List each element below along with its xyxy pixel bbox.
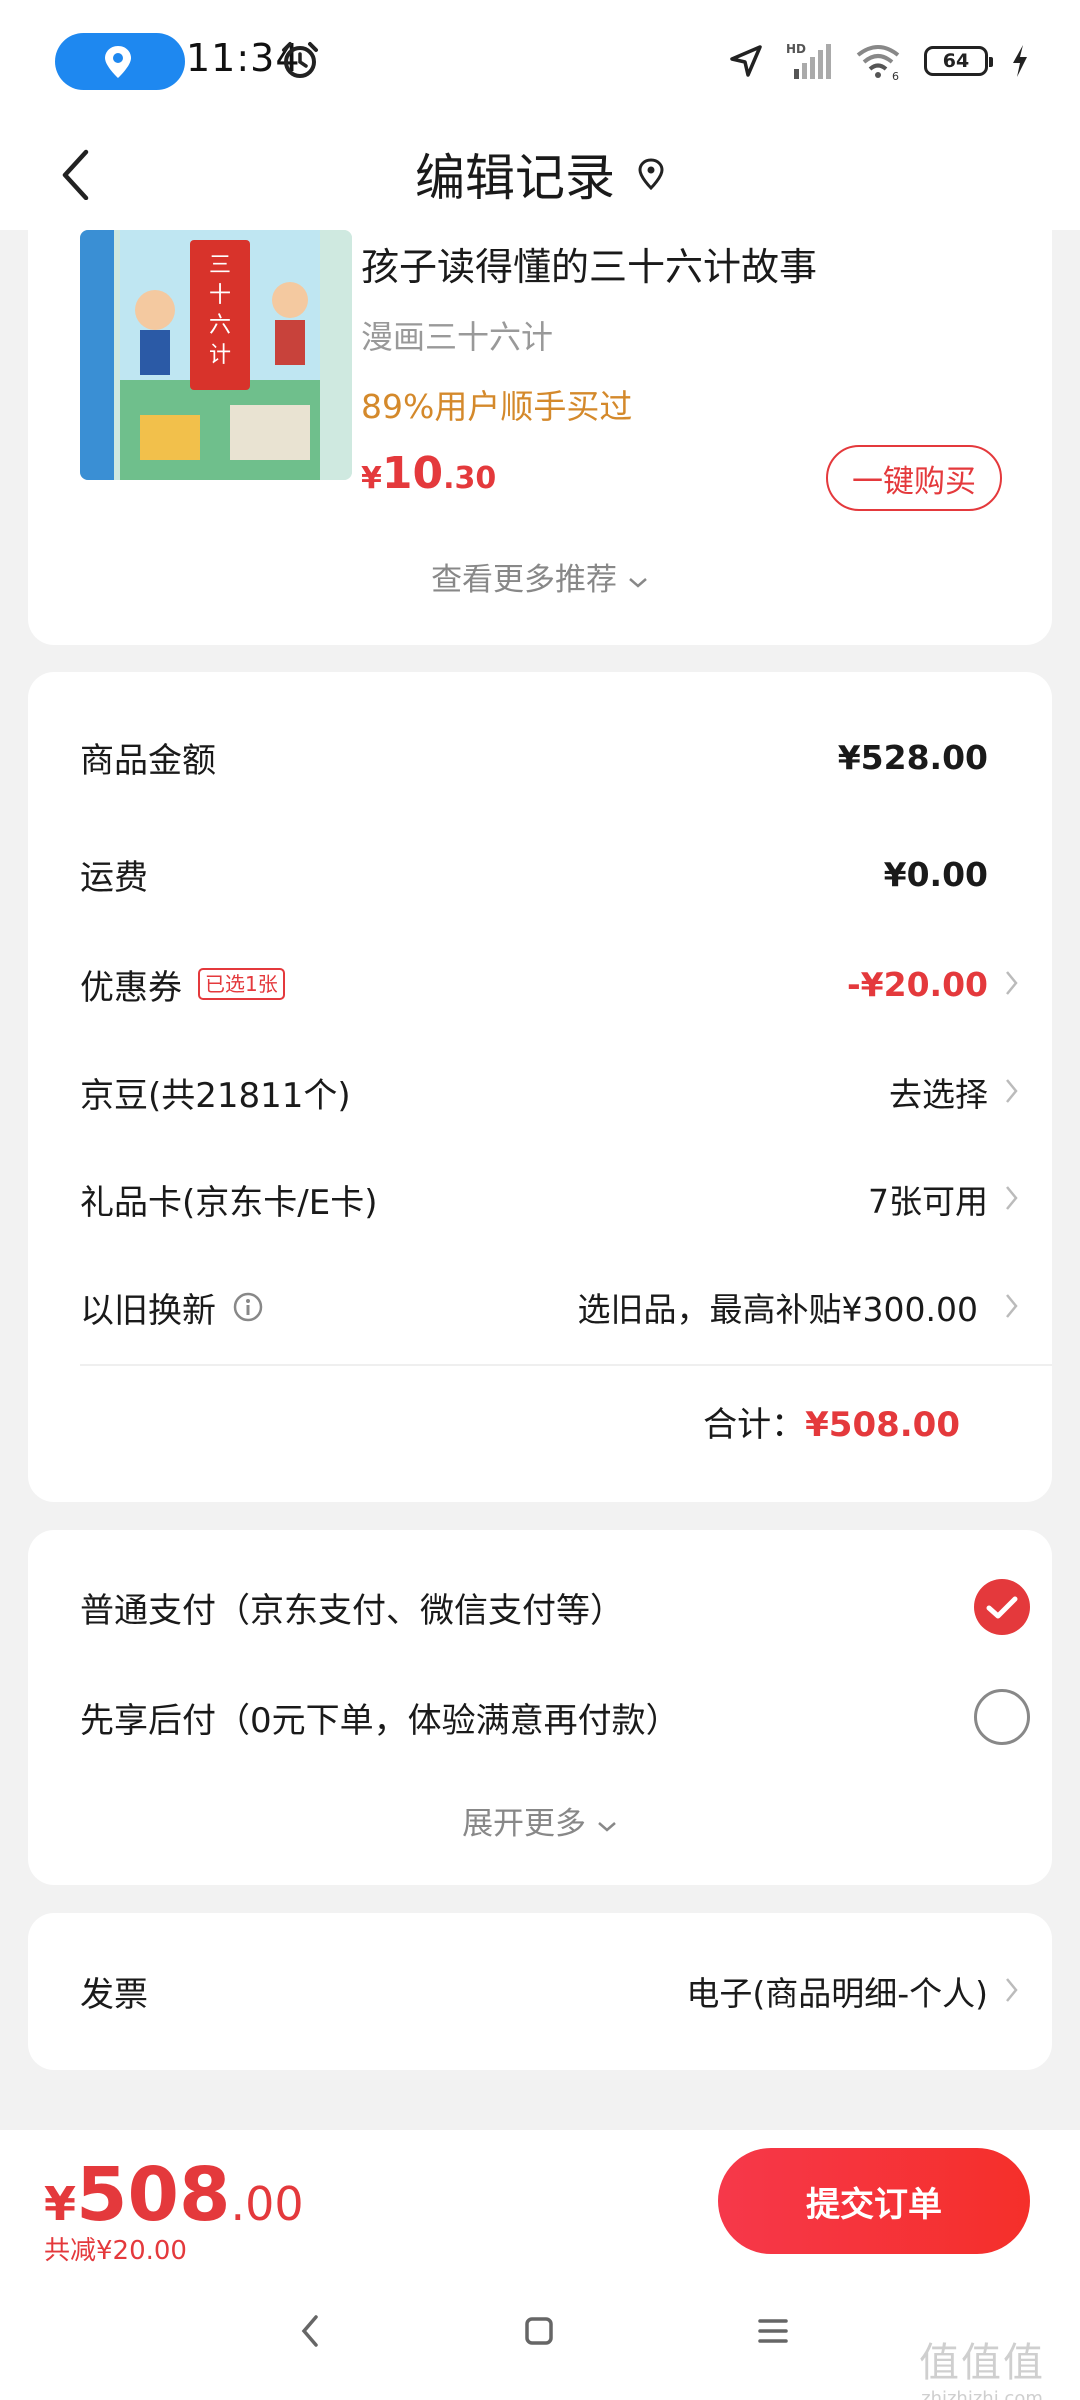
chevron-down-icon (629, 578, 647, 588)
summary-value: -¥20.00 (846, 964, 988, 1004)
more-recommendations-link[interactable]: 查看更多推荐 (28, 554, 1052, 599)
chevron-right-icon (1006, 971, 1018, 995)
info-icon[interactable] (232, 1291, 264, 1323)
charging-icon (1013, 45, 1027, 77)
coupon-badge: 已选1张 (198, 968, 285, 1000)
watermark-logo: 值值值 zhizhizhi.com (919, 2340, 1045, 2400)
svg-text:六: 六 (209, 313, 231, 338)
product-price: ¥10.30 (361, 448, 497, 499)
svg-text:HD: HD (786, 42, 806, 56)
chevron-right-icon (1006, 1186, 1018, 1210)
summary-value: 去选择 (889, 1075, 988, 1114)
navigation-arrow-icon (730, 45, 762, 77)
summary-row-coupon[interactable]: 优惠券 已选1张 -¥20.00 (80, 954, 1020, 1014)
wifi-icon: 6 (856, 45, 900, 81)
invoice-label: 发票 (80, 1974, 148, 2015)
payment-card: 普通支付（京东支付、微信支付等） 先享后付（0元下单，体验满意再付款） 展开更多 (28, 1530, 1052, 1885)
invoice-row[interactable]: 发票 电子(商品明细-个人) (80, 1961, 1020, 2021)
summary-row-goods: 商品金额 ¥528.00 (80, 727, 1020, 787)
payment-option-label: 普通支付（京东支付、微信支付等） (80, 1590, 624, 1631)
svg-text:计: 计 (209, 343, 231, 368)
location-pill-icon[interactable] (55, 33, 185, 90)
summary-label: 商品金额 (80, 740, 216, 781)
location-pin-icon[interactable] (637, 158, 665, 190)
battery-icon: 64 (924, 46, 993, 76)
radio-checked-icon[interactable] (974, 1579, 1030, 1635)
summary-label: 以旧换新 (80, 1290, 216, 1331)
chevron-right-icon (1006, 1978, 1018, 2002)
product-subtitle: 漫画三十六计 (361, 318, 554, 356)
recommend-card: 三 十 六 计 孩子读得懂的三十六计故事 漫画三十六计 89%用户顺手买过 ¥1… (28, 200, 1052, 645)
payment-option-later[interactable]: 先享后付（0元下单，体验满意再付款） (80, 1682, 1030, 1752)
total-value: ¥508.00 (805, 1405, 960, 1445)
summary-row-tradein[interactable]: 以旧换新 选旧品，最高补贴¥300.00 (80, 1277, 1020, 1337)
total-label: 合计： (703, 1405, 806, 1445)
summary-label: 运费 (80, 857, 148, 898)
radio-unchecked-icon[interactable] (974, 1689, 1030, 1745)
svg-text:十: 十 (209, 283, 231, 308)
summary-row-shipping: 运费 ¥0.00 (80, 844, 1020, 904)
nav-menu-icon[interactable] (757, 2311, 789, 2351)
summary-value: ¥0.00 (883, 854, 988, 894)
svg-text:6: 6 (892, 70, 899, 81)
submit-order-button[interactable]: 提交订单 (718, 2148, 1030, 2254)
payment-option-label: 先享后付（0元下单，体验满意再付款） (80, 1700, 680, 1741)
summary-label: 京豆(共21811个) (80, 1075, 351, 1116)
book-cover-image[interactable]: 三 十 六 计 (80, 230, 352, 480)
product-title[interactable]: 孩子读得懂的三十六计故事 (361, 236, 817, 291)
product-tag: 89%用户顺手买过 (361, 387, 633, 426)
cover-title-char: 三 (209, 253, 231, 278)
summary-value: 选旧品，最高补贴¥300.00 (577, 1290, 978, 1329)
chevron-right-icon (1006, 1079, 1018, 1103)
alarm-icon (282, 42, 318, 78)
order-summary-card: 商品金额 ¥528.00 运费 ¥0.00 优惠券 已选1张 -¥20.00 京… (28, 672, 1052, 1502)
total-line: 合计：¥508.00 (703, 1397, 960, 1446)
invoice-card: 发票 电子(商品明细-个人) (28, 1913, 1052, 2070)
summary-value: ¥528.00 (837, 737, 988, 777)
expand-more-link[interactable]: 展开更多 (28, 1798, 1052, 1843)
payment-option-normal[interactable]: 普通支付（京东支付、微信支付等） (80, 1572, 1030, 1642)
checkout-total: ¥508.00 (44, 2152, 304, 2238)
nav-back-icon[interactable] (298, 2311, 322, 2351)
summary-label: 优惠券 (80, 967, 182, 1008)
chevron-right-icon (1006, 1294, 1018, 1318)
checkout-saved: 共减¥20.00 (44, 2236, 187, 2266)
summary-value: 7张可用 (868, 1182, 988, 1221)
summary-row-jingdou[interactable]: 京豆(共21811个) 去选择 (80, 1062, 1020, 1122)
status-bar: 11:34 HD 6 64 (0, 0, 1080, 120)
summary-row-giftcard[interactable]: 礼品卡(京东卡/E卡) 7张可用 (80, 1169, 1020, 1229)
invoice-value: 电子(商品明细-个人) (686, 1974, 988, 2013)
nav-home-icon[interactable] (523, 2311, 555, 2351)
chevron-down-icon (598, 1822, 616, 1832)
summary-label: 礼品卡(京东卡/E卡) (80, 1182, 378, 1223)
divider (80, 1364, 1052, 1366)
one-click-buy-button[interactable]: 一键购买 (826, 445, 1002, 511)
hd-signal-icon: HD (786, 42, 831, 79)
